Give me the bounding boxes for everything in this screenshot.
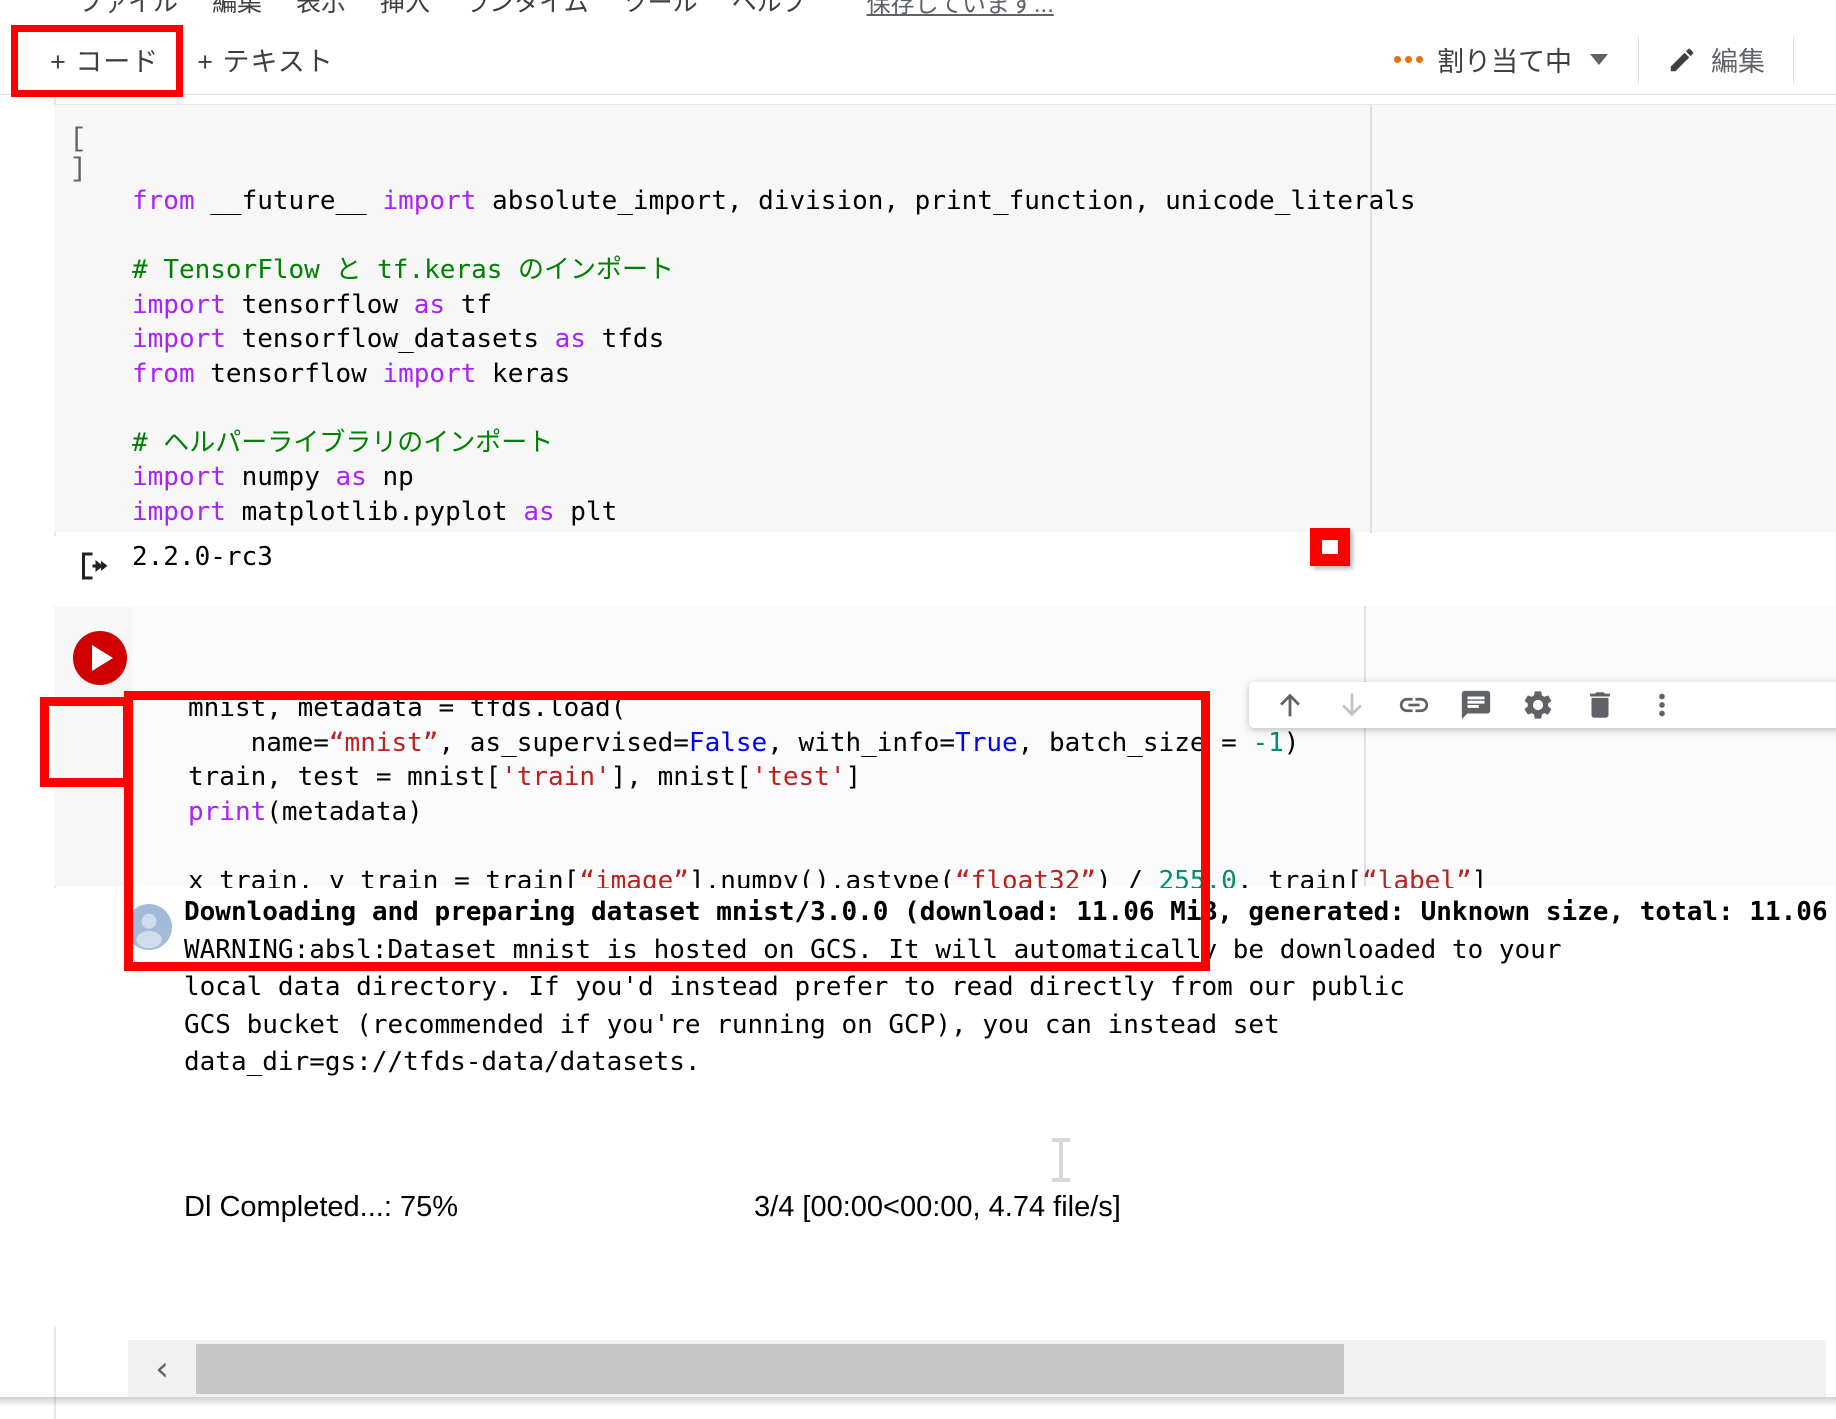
edit-mode-button[interactable]: 編集 bbox=[1657, 34, 1775, 85]
code-line: # ヘルパーライブラリのインポート bbox=[132, 427, 554, 458]
more-vert-icon[interactable] bbox=[1631, 682, 1693, 728]
text-cursor-icon bbox=[1052, 1138, 1070, 1182]
play-icon bbox=[73, 631, 127, 685]
toolbar-divider-1 bbox=[1638, 36, 1639, 83]
menu-bar: ファイル 編集 表示 挿入 ランタイム ツール ヘルプ 保存しています... bbox=[0, 0, 1836, 20]
code-cell-2[interactable]: mnist, metadata = tfds.load( name=“mnist… bbox=[54, 606, 1836, 930]
scrollbar-thumb[interactable] bbox=[196, 1343, 1344, 1394]
code-cell-2-editor[interactable]: mnist, metadata = tfds.load( name=“mnist… bbox=[132, 606, 1836, 930]
allocation-label: 割り当て中 bbox=[1437, 47, 1572, 77]
avatar-icon bbox=[126, 904, 172, 955]
add-text-cell-button[interactable]: + テキスト bbox=[183, 32, 347, 87]
download-progress-row: Dl Completed...: 75% 3/4 [00:00<00:00, 4… bbox=[184, 1186, 1121, 1228]
menu-item-runtime[interactable]: ランタイム bbox=[464, 0, 589, 19]
runtime-allocation-button[interactable]: 割り当て中 bbox=[1382, 34, 1620, 85]
code-line: import tensorflow_datasets as tfds bbox=[132, 324, 665, 354]
code-cell-2-gutter bbox=[54, 606, 127, 886]
cell-1-output-text: 2.2.0-rc3 bbox=[132, 542, 273, 572]
menu-item-help[interactable]: ヘルプ bbox=[732, 0, 807, 19]
toolbar-left-group: + コード + テキスト bbox=[0, 32, 348, 87]
link-icon[interactable] bbox=[1383, 682, 1445, 728]
progress-label: Dl Completed...: 75% bbox=[184, 1190, 459, 1223]
move-down-icon[interactable] bbox=[1321, 682, 1383, 728]
execution-count-label[interactable]: [ ] bbox=[70, 125, 116, 185]
output-line: data_dir=gs://tfds-data/datasets. bbox=[184, 1047, 701, 1077]
code-line: from tensorflow import keras bbox=[132, 358, 571, 389]
pencil-icon bbox=[1670, 48, 1694, 71]
cell-2-output-text: Downloading and preparing dataset mnist/… bbox=[184, 894, 1836, 1082]
output-line: local data directory. If you'd instead p… bbox=[184, 972, 1405, 1002]
output-line: GCS bucket (recommended if you're runnin… bbox=[184, 1009, 1280, 1040]
menu-item-edit[interactable]: 編集 bbox=[212, 0, 262, 19]
toolbar-right-group: 割り当て中 編集 bbox=[1382, 34, 1836, 85]
code-cell-1-output: 2.2.0-rc3 bbox=[54, 536, 1836, 608]
code-line: from __future__ import absolute_import, … bbox=[132, 186, 1416, 216]
menu-item-file[interactable]: ファイル bbox=[78, 0, 178, 19]
progress-bar-track bbox=[470, 1186, 743, 1228]
output-line: WARNING:absl:Dataset mnist is hosted on … bbox=[184, 934, 1562, 965]
toolbar-divider-2 bbox=[1793, 36, 1794, 83]
progress-stats: 3/4 [00:00<00:00, 4.74 file/s] bbox=[754, 1190, 1121, 1223]
menu-item-view[interactable]: 表示 bbox=[296, 0, 346, 19]
code-line: import matplotlib.pyplot as plt bbox=[132, 496, 618, 527]
output-arrow-icon bbox=[76, 548, 112, 589]
allocating-dots-icon bbox=[1394, 56, 1423, 63]
edit-label: 編集 bbox=[1711, 47, 1765, 77]
settings-icon[interactable] bbox=[1507, 682, 1569, 728]
output-line: Downloading and preparing dataset mnist/… bbox=[184, 897, 1836, 927]
notebook-body: [ ] from __future__ import absolute_impo… bbox=[0, 96, 1836, 1419]
code-cell-1-gutter: [ ] bbox=[54, 105, 116, 533]
annotation-square-marker bbox=[1310, 528, 1350, 566]
code-line: import numpy as np bbox=[132, 462, 414, 492]
code-cell-2-output: Downloading and preparing dataset mnist/… bbox=[54, 888, 1836, 1326]
code-line: # TensorFlow と tf.keras のインポート bbox=[132, 255, 675, 285]
code-line: train, test = mnist['train'], mnist['tes… bbox=[188, 762, 862, 792]
delete-icon[interactable] bbox=[1569, 682, 1631, 728]
scroll-left-chevron-icon[interactable]: ‹ bbox=[128, 1340, 196, 1397]
saving-status: 保存しています... bbox=[866, 0, 1054, 18]
menu-item-tools[interactable]: ツール bbox=[623, 0, 698, 19]
comment-icon[interactable] bbox=[1445, 682, 1507, 728]
chevron-down-icon bbox=[1590, 54, 1608, 65]
add-code-cell-button[interactable]: + コード bbox=[36, 32, 173, 87]
run-cell-button[interactable] bbox=[71, 629, 129, 687]
colab-notebook-page: ファイル 編集 表示 挿入 ランタイム ツール ヘルプ 保存しています... +… bbox=[0, 0, 1836, 1419]
move-up-icon[interactable] bbox=[1259, 682, 1321, 728]
code-cell-1[interactable]: [ ] from __future__ import absolute_impo… bbox=[54, 104, 1836, 596]
code-line: name=“mnist”, as_supervised=False, with_… bbox=[188, 727, 1300, 758]
menu-item-insert[interactable]: 挿入 bbox=[380, 0, 430, 19]
notebook-toolbar: + コード + テキスト 割り当て中 編集 bbox=[0, 25, 1836, 95]
code-line: import tensorflow as tf bbox=[132, 289, 493, 320]
horizontal-scrollbar[interactable]: ‹ bbox=[128, 1340, 1826, 1397]
cell-action-toolbar bbox=[1249, 682, 1836, 728]
code-line: print(metadata) bbox=[188, 796, 423, 827]
bottom-shadow bbox=[0, 1397, 1836, 1407]
